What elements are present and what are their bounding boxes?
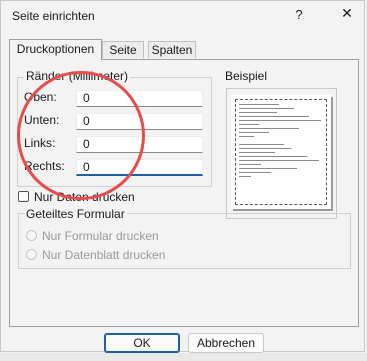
radio-datasheet-only-label: Nur Datenblatt drucken: [42, 248, 166, 262]
split-form-legend: Geteiltes Formular: [24, 207, 127, 221]
preview-text-line: [239, 148, 291, 149]
tab-spalten[interactable]: Spalten: [148, 41, 196, 58]
preview-text-line: [239, 128, 299, 129]
right-margin-input[interactable]: 0: [76, 159, 203, 176]
bottom-margin-input[interactable]: 0: [76, 113, 203, 130]
tab-seite[interactable]: Seite: [102, 41, 144, 58]
preview-margin-outline: [235, 99, 327, 205]
preview-text-line: [239, 116, 309, 117]
preview-box: [226, 88, 337, 219]
margins-legend: Ränder (Millimeter): [24, 69, 131, 83]
print-data-only-checkbox[interactable]: [18, 191, 29, 202]
close-button[interactable]: ✕: [336, 5, 358, 27]
radio-form-only-label: Nur Formular drucken: [42, 229, 159, 243]
preview-text-line: [239, 112, 277, 113]
cancel-button[interactable]: Abbrechen: [188, 333, 264, 353]
preview-text-line: [239, 152, 275, 153]
left-label: Links:: [24, 136, 56, 150]
preview-page-icon: [231, 95, 331, 209]
preview-text-line: [239, 136, 254, 137]
preview-text-line: [239, 132, 269, 133]
ok-button[interactable]: OK: [104, 333, 180, 353]
preview-text-line: [239, 108, 294, 109]
tab-druckoptionen[interactable]: Druckoptionen: [9, 39, 102, 60]
preview-text-line: [239, 168, 297, 169]
right-label: Rechts:: [24, 159, 65, 173]
top-margin-input[interactable]: 0: [76, 90, 203, 107]
top-label: Oben:: [24, 90, 57, 104]
preview-text-line: [239, 120, 321, 121]
preview-text-line: [239, 144, 284, 145]
dialog-title: Seite einrichten: [12, 9, 95, 23]
radio-form-only[interactable]: [26, 230, 37, 241]
preview-legend: Beispiel: [223, 69, 270, 83]
bottom-label: Unten:: [24, 113, 60, 127]
radio-datasheet-only[interactable]: [26, 249, 37, 260]
page-setup-dialog: Seite einrichten ? ✕ Druckoptionen Seite…: [0, 0, 365, 353]
preview-text-line: [239, 176, 251, 177]
help-button[interactable]: ?: [289, 7, 309, 27]
preview-text-line: [239, 164, 261, 165]
preview-text-line: [239, 104, 279, 105]
preview-text-line: [239, 124, 259, 125]
print-data-only-label[interactable]: Nur Daten drucken: [34, 190, 135, 204]
preview-text-line: [239, 172, 271, 173]
preview-text-line: [239, 156, 307, 157]
left-margin-input[interactable]: 0: [76, 136, 203, 153]
preview-text-line: [239, 160, 319, 161]
background-strip: [0, 353, 367, 361]
